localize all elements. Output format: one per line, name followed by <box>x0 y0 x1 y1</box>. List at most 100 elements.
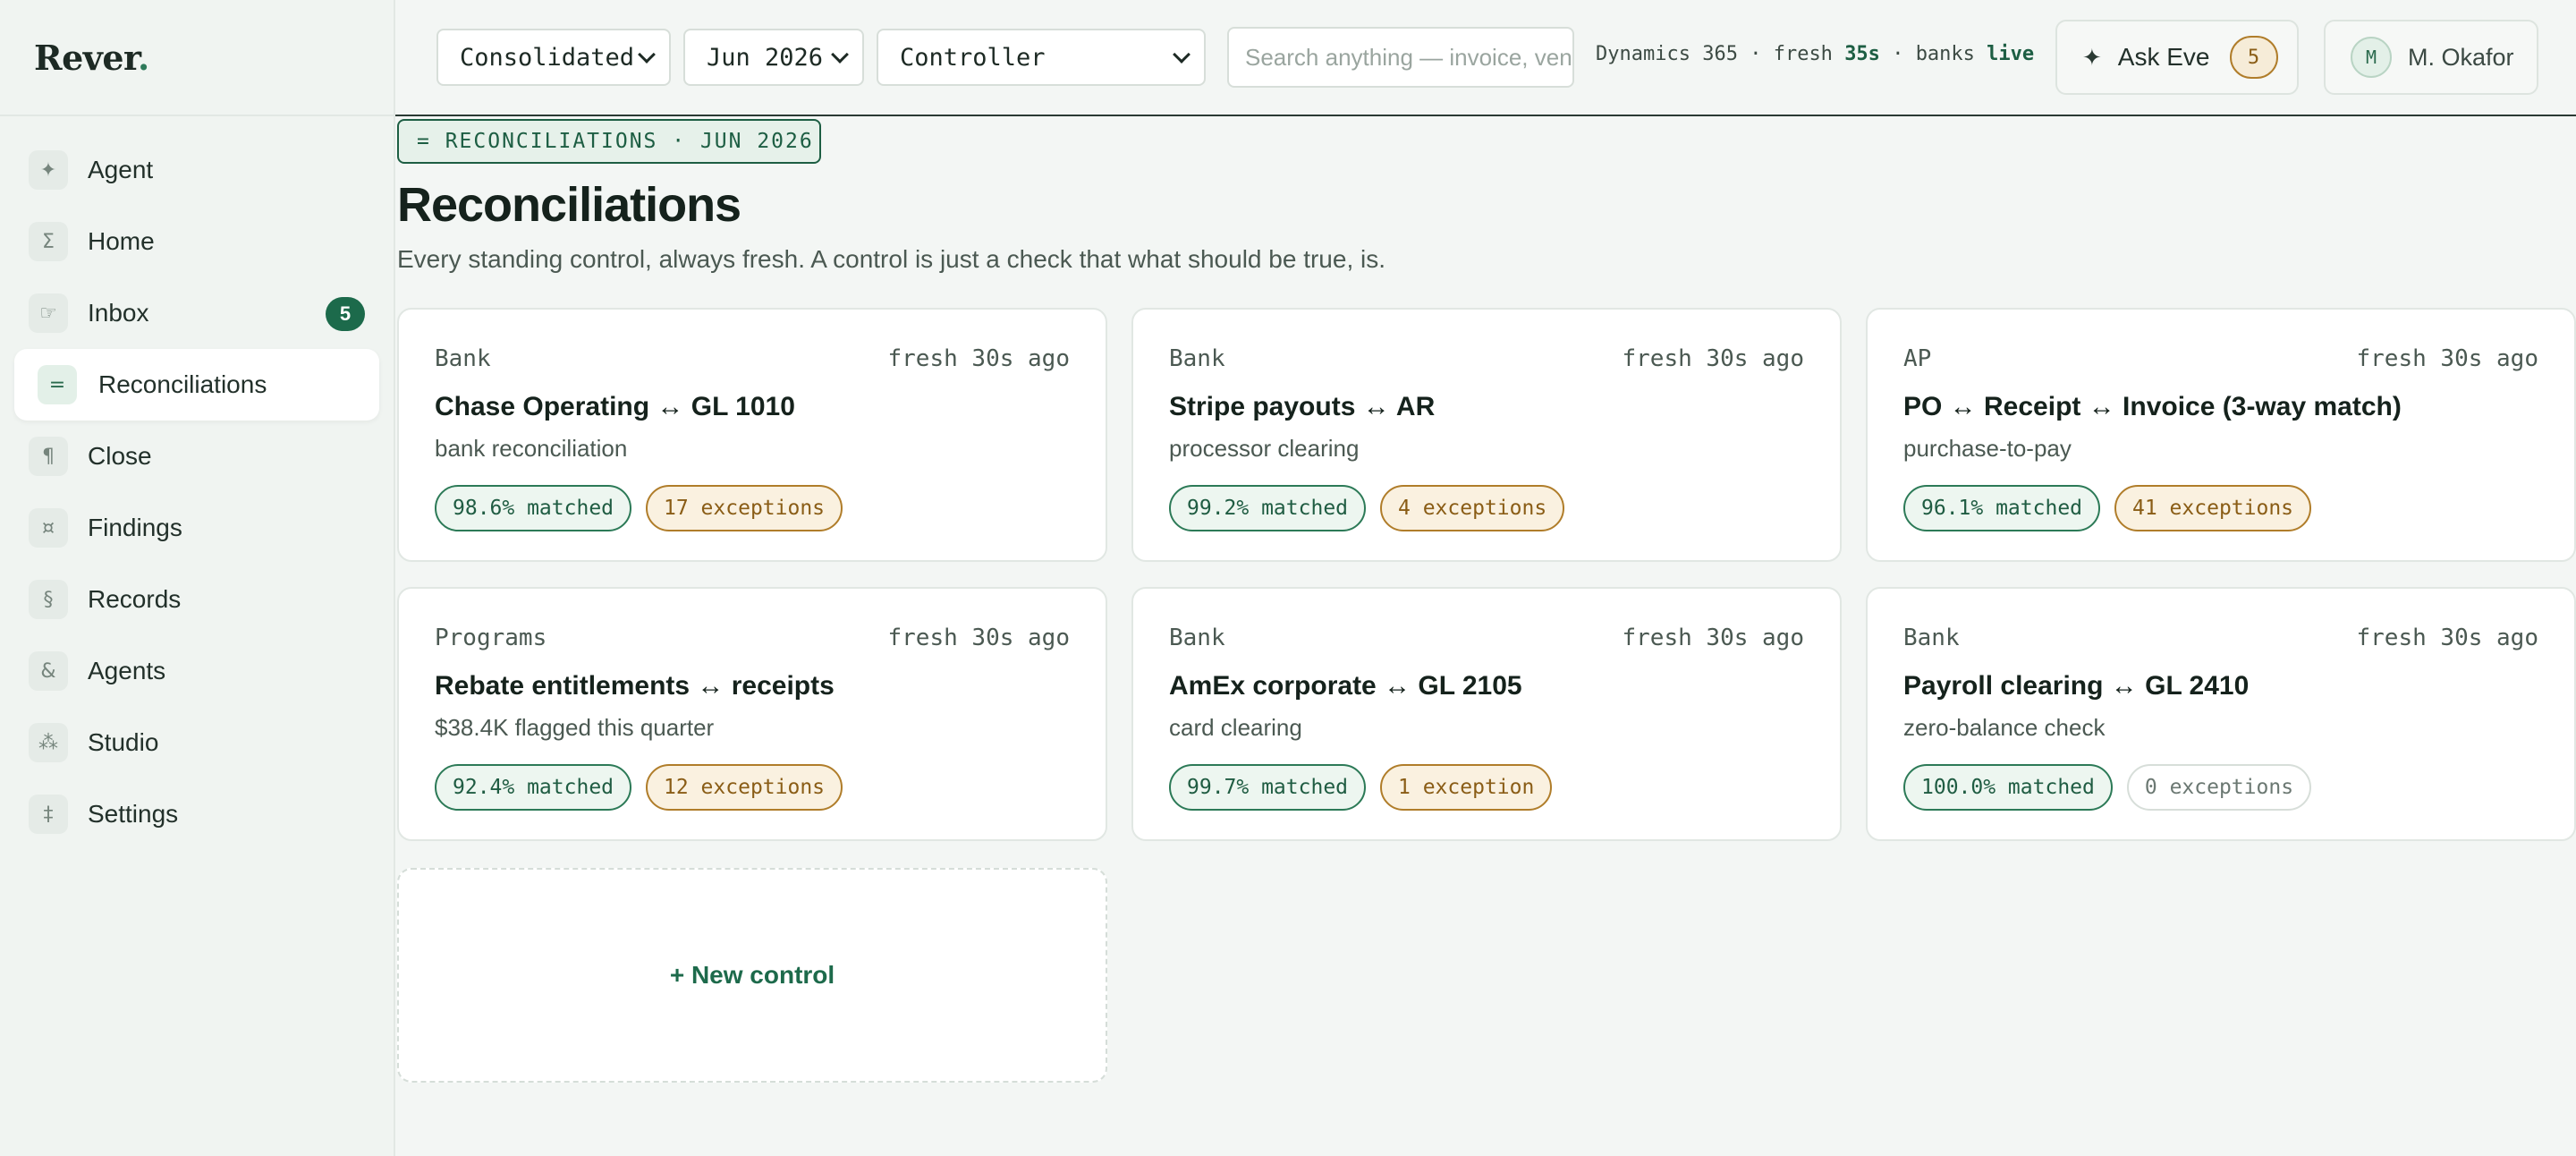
sidebar-item-label: Close <box>88 442 152 470</box>
sigma-icon: Σ <box>29 222 68 261</box>
sidebar-item-records[interactable]: § Records <box>14 564 379 635</box>
control-card[interactable]: Bank fresh 30s ago Payroll clearing ↔ GL 2… <box>1866 587 2576 841</box>
sync-status: Dynamics 365 · fresh 35s · banks live <box>1596 43 2035 65</box>
control-category: Programs <box>435 625 547 651</box>
control-stats: 99.2% matched 4 exceptions <box>1169 485 1579 531</box>
search-placeholder: Search anything — invoice, vendor <box>1245 43 1574 71</box>
sparkle-icon: ✦ <box>2082 43 2102 71</box>
control-subtitle: card clearing <box>1169 714 1302 741</box>
control-category: Bank <box>1903 625 1960 651</box>
sidebar-item-reconciliations[interactable]: = Reconciliations <box>14 349 379 421</box>
sidebar-item-findings[interactable]: ¤ Findings <box>14 492 379 564</box>
search-input[interactable]: Search anything — invoice, vendor <box>1227 27 1574 88</box>
sidebar-item-label: Records <box>88 585 182 613</box>
sidebar-item-agents[interactable]: & Agents <box>14 635 379 707</box>
exceptions-badge[interactable]: 12 exceptions <box>646 764 843 811</box>
control-freshness: fresh 30s ago <box>1622 345 1805 372</box>
control-category: AP <box>1903 345 1932 372</box>
sidebar-item-settings[interactable]: ‡ Settings <box>14 778 379 850</box>
control-card[interactable]: Bank fresh 30s ago AmEx corporate ↔ GL 210… <box>1131 587 1842 841</box>
ask-eve-label: Ask Eve <box>2117 43 2210 71</box>
control-subtitle: bank reconciliation <box>435 435 628 462</box>
chevron-down-icon <box>638 46 656 64</box>
control-card[interactable]: Programs fresh 30s ago Rebate entitlements… <box>397 587 1107 841</box>
control-stats: 99.7% matched 1 exception <box>1169 764 1566 811</box>
entity-select[interactable]: Consolidated <box>436 29 671 86</box>
control-freshness: fresh 30s ago <box>1622 625 1805 651</box>
control-freshness: fresh 30s ago <box>2356 625 2539 651</box>
sidebar-item-close[interactable]: ¶ Close <box>14 421 379 492</box>
exceptions-badge[interactable]: 4 exceptions <box>1380 485 1565 531</box>
page-subtitle: Every standing control, always fresh. A … <box>397 245 1386 273</box>
matched-badge: 92.4% matched <box>435 764 632 811</box>
avatar: M <box>2351 37 2392 78</box>
page-title: Reconciliations <box>397 178 741 232</box>
control-category: Bank <box>1169 345 1225 372</box>
sidebar-item-home[interactable]: Σ Home <box>14 206 379 277</box>
control-category: Bank <box>435 345 491 372</box>
chevron-down-icon <box>831 46 849 64</box>
sidebar-item-label: Agent <box>88 156 154 183</box>
section-icon: § <box>29 580 68 619</box>
control-title: Rebate entitlements ↔ receipts <box>435 671 835 701</box>
user-name: M. Okafor <box>2408 43 2514 71</box>
control-freshness: fresh 30s ago <box>887 345 1071 372</box>
control-subtitle: $38.4K flagged this quarter <box>435 714 715 741</box>
control-card[interactable]: Bank fresh 30s ago Stripe payouts ↔ AR proc… <box>1131 308 1842 562</box>
control-freshness: fresh 30s ago <box>887 625 1071 651</box>
new-control-button[interactable]: + New control <box>397 868 1107 1083</box>
control-category: Bank <box>1169 625 1225 651</box>
role-select[interactable]: Controller <box>877 29 1206 86</box>
sidebar-item-label: Inbox <box>88 299 149 327</box>
inbox-icon: ☞ <box>29 293 68 333</box>
findings-icon: ¤ <box>29 508 68 548</box>
control-freshness: fresh 30s ago <box>2356 345 2539 372</box>
sidebar-item-label: Home <box>88 227 155 255</box>
user-menu[interactable]: M M. Okafor <box>2324 20 2538 95</box>
sidebar-item-studio[interactable]: ⁂ Studio <box>14 707 379 778</box>
pilcrow-icon: ¶ <box>29 437 68 476</box>
control-title: Chase Operating ↔ GL 1010 <box>435 392 795 421</box>
ask-eve-count: 5 <box>2229 36 2278 79</box>
control-subtitle: processor clearing <box>1169 435 1360 462</box>
sidebar-item-agent[interactable]: ✦ Agent <box>14 134 379 206</box>
control-subtitle: purchase-to-pay <box>1903 435 2072 462</box>
matched-badge: 100.0% matched <box>1903 764 2113 811</box>
control-stats: 96.1% matched 41 exceptions <box>1903 485 2326 531</box>
role-select-value: Controller <box>900 43 1046 72</box>
exceptions-badge[interactable]: 17 exceptions <box>646 485 843 531</box>
matched-badge: 99.7% matched <box>1169 764 1367 811</box>
matched-badge: 96.1% matched <box>1903 485 2101 531</box>
control-stats: 100.0% matched 0 exceptions <box>1903 764 2326 811</box>
control-title: Stripe payouts ↔ AR <box>1169 392 1436 421</box>
sidebar-nav: ✦ Agent Σ Home ☞ Inbox 5 = Reconciliations ¶ Close… <box>0 116 394 850</box>
matched-badge: 99.2% matched <box>1169 485 1367 531</box>
control-title: Payroll clearing ↔ GL 2410 <box>1903 671 2250 701</box>
sidebar-item-label: Agents <box>88 657 166 684</box>
exceptions-badge[interactable]: 0 exceptions <box>2126 764 2312 811</box>
asterism-icon: ⁂ <box>29 723 68 762</box>
double-dagger-icon: ‡ <box>29 795 68 834</box>
sparkle-icon: ✦ <box>29 150 68 190</box>
sidebar-item-label: Findings <box>88 514 182 541</box>
sidebar: Rever. ✦ Agent Σ Home ☞ Inbox 5 = Reconciliation… <box>0 0 395 1156</box>
chevron-down-icon <box>1173 46 1191 64</box>
control-card[interactable]: Bank fresh 30s ago Chase Operating ↔ GL 10… <box>397 308 1107 562</box>
exceptions-badge[interactable]: 1 exception <box>1380 764 1553 811</box>
brand-logo: Rever. <box>34 37 149 78</box>
matched-badge: 98.6% matched <box>435 485 632 531</box>
period-select[interactable]: Jun 2026 <box>683 29 864 86</box>
period-select-value: Jun 2026 <box>707 43 824 72</box>
ask-eve-button[interactable]: ✦ Ask Eve 5 <box>2055 20 2299 95</box>
sidebar-item-inbox[interactable]: ☞ Inbox 5 <box>14 277 379 349</box>
exceptions-badge[interactable]: 41 exceptions <box>2114 485 2312 531</box>
brand[interactable]: Rever. <box>0 0 394 116</box>
control-stats: 92.4% matched 12 exceptions <box>435 764 857 811</box>
sidebar-item-label: Settings <box>88 800 179 828</box>
control-card[interactable]: AP fresh 30s ago PO ↔ Receipt ↔ Invoice (3… <box>1866 308 2576 562</box>
control-stats: 98.6% matched 17 exceptions <box>435 485 857 531</box>
inbox-count-badge: 5 <box>326 297 365 331</box>
control-title: AmEx corporate ↔ GL 2105 <box>1169 671 1522 701</box>
equals-icon: = <box>38 365 77 404</box>
sidebar-item-label: Studio <box>88 728 159 756</box>
